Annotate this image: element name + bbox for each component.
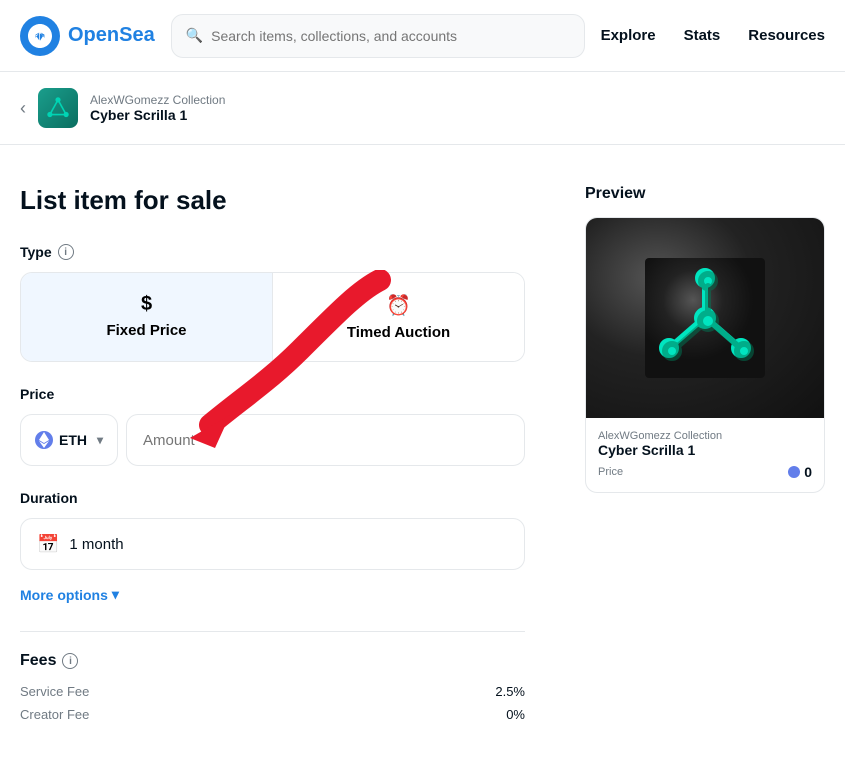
more-options-label: More options bbox=[20, 587, 108, 603]
eth-icon bbox=[35, 431, 53, 449]
breadcrumb: ‹ AlexWGomezz Collection Cyber Scrilla 1 bbox=[0, 72, 845, 145]
more-options-button[interactable]: More options ▾ bbox=[20, 586, 525, 603]
logo[interactable]: OpenSea bbox=[20, 16, 155, 56]
price-row: ETH ▾ bbox=[20, 414, 525, 466]
fixed-price-label: Fixed Price bbox=[106, 322, 186, 339]
preview-price-label: Price bbox=[598, 466, 623, 478]
service-fee-label: Service Fee bbox=[20, 684, 89, 699]
duration-section-label: Duration bbox=[20, 490, 525, 506]
nav-stats[interactable]: Stats bbox=[684, 27, 721, 44]
nft-artwork bbox=[645, 258, 765, 378]
creator-fee-value: 0% bbox=[506, 707, 525, 722]
type-selector: $ Fixed Price ⏰ Timed Auction bbox=[20, 272, 525, 362]
navbar: OpenSea 🔍 Explore Stats Resources bbox=[0, 0, 845, 72]
back-button[interactable]: ‹ bbox=[20, 98, 26, 119]
breadcrumb-collection: AlexWGomezz Collection bbox=[90, 93, 225, 107]
preview-price-row: Price 0 bbox=[598, 464, 812, 480]
duration-selector[interactable]: 📅 1 month bbox=[20, 518, 525, 570]
price-section-label: Price bbox=[20, 386, 525, 402]
divider bbox=[20, 631, 525, 632]
duration-value: 1 month bbox=[69, 536, 123, 553]
search-input[interactable] bbox=[211, 28, 569, 44]
amount-input[interactable] bbox=[126, 414, 525, 466]
page-title: List item for sale bbox=[20, 185, 525, 216]
logo-text: OpenSea bbox=[68, 24, 155, 47]
type-info-icon[interactable]: i bbox=[58, 244, 74, 260]
nft-thumbnail bbox=[38, 88, 78, 128]
fixed-price-icon: $ bbox=[141, 293, 152, 316]
more-options-chevron-icon: ▾ bbox=[112, 586, 119, 603]
search-bar[interactable]: 🔍 bbox=[171, 14, 585, 58]
search-icon: 🔍 bbox=[186, 27, 203, 44]
timed-auction-option[interactable]: ⏰ Timed Auction bbox=[273, 273, 524, 361]
service-fee-value: 2.5% bbox=[495, 684, 525, 699]
currency-chevron-icon: ▾ bbox=[97, 433, 103, 447]
type-section-label: Type i bbox=[20, 244, 525, 260]
main-content: List item for sale Type i $ Fixed Price … bbox=[0, 145, 845, 770]
preview-card: AlexWGomezz Collection Cyber Scrilla 1 P… bbox=[585, 217, 825, 493]
nav-links: Explore Stats Resources bbox=[601, 27, 825, 44]
preview-nft-name: Cyber Scrilla 1 bbox=[598, 442, 812, 458]
timed-auction-label: Timed Auction bbox=[347, 324, 450, 341]
fees-section-label: Fees i bbox=[20, 652, 525, 670]
creator-fee-row: Creator Fee 0% bbox=[20, 707, 525, 722]
timed-auction-icon: ⏰ bbox=[386, 293, 411, 318]
left-panel: List item for sale Type i $ Fixed Price … bbox=[20, 185, 525, 730]
breadcrumb-text: AlexWGomezz Collection Cyber Scrilla 1 bbox=[90, 93, 225, 123]
right-panel: Preview bbox=[585, 185, 825, 730]
currency-label: ETH bbox=[59, 432, 87, 448]
nav-explore[interactable]: Explore bbox=[601, 27, 656, 44]
preview-collection: AlexWGomezz Collection bbox=[598, 430, 812, 442]
service-fee-row: Service Fee 2.5% bbox=[20, 684, 525, 699]
nav-resources[interactable]: Resources bbox=[748, 27, 825, 44]
preview-label: Preview bbox=[585, 185, 825, 203]
calendar-icon: 📅 bbox=[37, 534, 59, 555]
breadcrumb-item-name: Cyber Scrilla 1 bbox=[90, 107, 225, 123]
preview-info: AlexWGomezz Collection Cyber Scrilla 1 P… bbox=[586, 418, 824, 492]
creator-fee-label: Creator Fee bbox=[20, 707, 89, 722]
preview-image bbox=[586, 218, 824, 418]
preview-eth-icon bbox=[788, 466, 800, 478]
preview-price-value: 0 bbox=[788, 464, 812, 480]
currency-selector[interactable]: ETH ▾ bbox=[20, 414, 118, 466]
opensea-logo-icon bbox=[20, 16, 60, 56]
fees-info-icon[interactable]: i bbox=[62, 653, 78, 669]
fixed-price-option[interactable]: $ Fixed Price bbox=[21, 273, 273, 361]
